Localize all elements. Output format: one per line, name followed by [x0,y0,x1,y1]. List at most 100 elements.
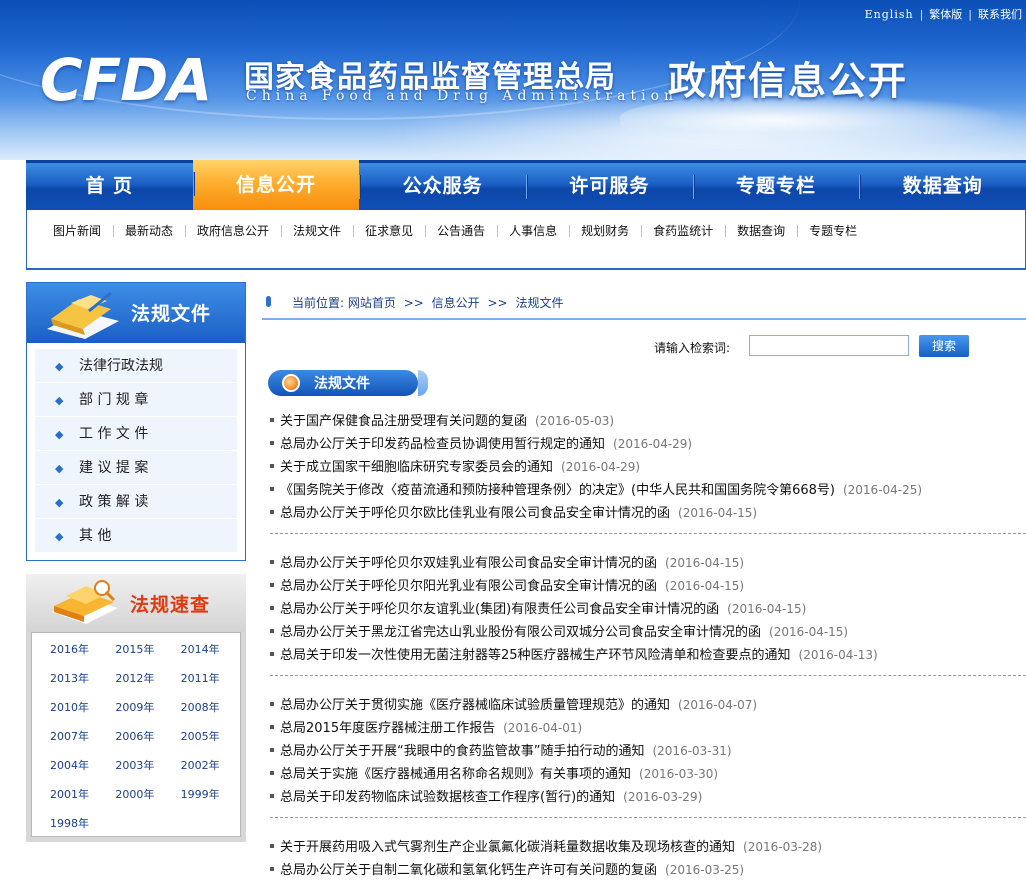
nav-public-service[interactable]: 公众服务 [359,163,526,210]
section-title-bar: 法规文件 [268,370,428,396]
news-item[interactable]: 总局办公厅关于黑龙江省完达山乳业股份有限公司双城分公司食品安全审计情况的函 (20… [270,621,1026,644]
subnav-data-query[interactable]: 数据查询 [725,222,797,239]
news-item[interactable]: 总局办公厅关于呼伦贝尔阳光乳业有限公司食品安全审计情况的函 (2016-04-15… [270,575,1026,598]
section-title: 法规文件 [314,376,370,392]
bullet-icon [270,725,274,729]
breadcrumb-home[interactable]: 网站首页 [348,296,396,310]
bullet-icon: ◆ [55,530,64,543]
subnav-consultation[interactable]: 征求意见 [353,222,425,239]
year-link[interactable]: 2004年 [44,751,109,780]
category-proposals[interactable]: ◆ 建 议 提 案 [35,451,237,485]
sidebar-quick-lookup-title: 法规速查 [130,594,211,616]
news-item[interactable]: 总局关于印发药物临床试验数据核查工作程序(暂行)的通知 (2016-03-29) [270,786,1026,809]
regulation-category-list: ◆ 法律行政法规 ◆ 部 门 规 章 ◆ 工 作 文 件 ◆ 建 议 提 案 ◆ 政 策 … [27,343,245,553]
cfda-logo[interactable]: CFDA [40,51,212,109]
year-link[interactable]: 2010年 [44,693,109,722]
search-label: 请输入检索词: [654,341,731,355]
category-laws[interactable]: ◆ 法律行政法规 [35,349,237,383]
bullet-icon [270,418,274,422]
news-item[interactable]: 《国务院关于修改〈疫苗流通和预防接种管理条例〉的决定》(中华人民共和国国务院令第… [270,479,1026,502]
year-link[interactable]: 2016年 [44,635,109,664]
year-link[interactable]: 2015年 [109,635,174,664]
news-group: 总局办公厅关于呼伦贝尔双娃乳业有限公司食品安全审计情况的函 (2016-04-15… [270,552,1026,676]
bullet-icon: ◆ [55,394,64,407]
bullet-icon [270,606,274,610]
year-link[interactable]: 2014年 [175,635,240,664]
news-item[interactable]: 关于国产保健食品注册受理有关问题的复函 (2016-05-03) [270,410,1026,433]
contact-us-link[interactable]: 联系我们 [978,8,1022,21]
news-item[interactable]: 总局关于实施《医疗器械通用名称命名规则》有关事项的通知 (2016-03-30) [270,763,1026,786]
news-item[interactable]: 总局办公厅关于贯彻实施《医疗器械临床试验质量管理规范》的通知 (2016-04-0… [270,694,1026,717]
category-rules[interactable]: ◆ 部 门 规 章 [35,383,237,417]
subnav-special-topics[interactable]: 专题专栏 [797,222,869,239]
nav-data-query[interactable]: 数据查询 [859,163,1026,210]
year-link[interactable]: 2002年 [175,751,240,780]
breadcrumb-prefix: 当前位置: [292,296,345,310]
bullet-icon [270,560,274,564]
news-item[interactable]: 总局2015年度医疗器械注册工作报告 (2016-04-01) [270,717,1026,740]
news-item[interactable]: 总局办公厅关于呼伦贝尔友谊乳业(集团)有限责任公司食品安全审计情况的函 (2016… [270,598,1026,621]
bullet-icon: ◆ [55,496,64,509]
subnav-gov-info[interactable]: 政府信息公开 [185,222,281,239]
news-item[interactable]: 总局办公厅关于自制二氧化碳和氢氧化钙生产许可有关问题的复函 (2016-03-25… [270,859,1026,882]
sidebar-quick-lookup: 法规速查 2016年 2015年 2014年 2013年 2012年 2011年… [26,574,246,842]
year-link[interactable]: 2012年 [109,664,174,693]
bullet-icon [270,441,274,445]
news-item[interactable]: 关于成立国家干细胞临床研究专家委员会的通知 (2016-04-29) [270,456,1026,479]
year-link[interactable]: 2005年 [175,722,240,751]
subnav-regulations[interactable]: 法规文件 [281,222,353,239]
news-item[interactable]: 总局关于印发一次性使用无菌注射器等25种医疗器械生产环节风险清单和检查要点的通知… [270,644,1026,667]
bullet-icon: ◆ [55,428,64,441]
year-link[interactable]: 2008年 [175,693,240,722]
bullet-icon [270,510,274,514]
search-button[interactable]: 搜索 [919,335,969,357]
news-item[interactable]: 总局办公厅关于呼伦贝尔欧比佳乳业有限公司食品安全审计情况的函 (2016-04-1… [270,502,1026,525]
sidebar-quick-lookup-header: 法规速查 [26,574,246,632]
subnav-photo-news[interactable]: 图片新闻 [41,222,113,239]
bullet-icon [270,702,274,706]
news-item[interactable]: 总局办公厅关于呼伦贝尔双娃乳业有限公司食品安全审计情况的函 (2016-04-15… [270,552,1026,575]
search-input[interactable] [749,335,909,356]
year-link[interactable]: 2007年 [44,722,109,751]
year-link[interactable]: 2000年 [109,780,174,809]
subnav-statistics[interactable]: 食药监统计 [641,222,725,239]
breadcrumb-separator-icon: >> [403,296,424,310]
year-link[interactable]: 2001年 [44,780,109,809]
books-icon [52,580,118,624]
bullet-icon [270,487,274,491]
bullet-icon: ◆ [55,462,64,475]
site-title: 政府信息公开 [668,59,909,103]
year-link[interactable]: 2006年 [109,722,174,751]
top-links: English | 繁体版 | 联系我们 [864,8,1022,21]
english-link[interactable]: English [865,8,914,21]
breadcrumb-info-disclosure[interactable]: 信息公开 [432,296,480,310]
subnav-personnel[interactable]: 人事信息 [497,222,569,239]
nav-home[interactable]: 首 页 [26,163,193,210]
year-link[interactable]: 2009年 [109,693,174,722]
nav-info-disclosure[interactable]: 信息公开 [192,160,360,210]
year-link[interactable]: 2011年 [175,664,240,693]
sidebar-regulations-title: 法规文件 [131,303,212,325]
year-link[interactable]: 1999年 [175,780,240,809]
bullet-icon [270,652,274,656]
traditional-chinese-link[interactable]: 繁体版 [929,8,962,21]
bullet-icon [270,794,274,798]
subnav-planning-finance[interactable]: 规划财务 [569,222,641,239]
category-other[interactable]: ◆ 其 他 [35,519,237,553]
sidebar-regulations-header: 法规文件 [27,283,245,343]
news-item[interactable]: 关于开展药用吸入式气雾剂生产企业氯氟化碳消耗量数据收集及现场核查的通知 (2016… [270,836,1026,859]
category-policy-interpretation[interactable]: ◆ 政 策 解 读 [35,485,237,519]
news-item[interactable]: 总局办公厅关于印发药品检查员协调使用暂行规定的通知 (2016-04-29) [270,433,1026,456]
subnav-announcements[interactable]: 公告通告 [425,222,497,239]
year-link[interactable]: 2013年 [44,664,109,693]
year-link[interactable]: 2003年 [109,751,174,780]
nav-license-service[interactable]: 许可服务 [526,163,693,210]
regulation-news-list: 关于国产保健食品注册受理有关问题的复函 (2016-05-03) 总局办公厅关于印… [270,410,1026,888]
org-name-english: China Food and Drug Administration [246,88,679,104]
breadcrumb-regulations[interactable]: 法规文件 [515,296,563,310]
news-item[interactable]: 总局办公厅关于开展“我眼中的食药监管故事”随手拍行动的通知 (2016-03-31… [270,740,1026,763]
nav-special-topics[interactable]: 专题专栏 [692,163,860,210]
subnav-latest-news[interactable]: 最新动态 [113,222,185,239]
year-link[interactable]: 1998年 [44,809,109,838]
category-work-docs[interactable]: ◆ 工 作 文 件 [35,417,237,451]
